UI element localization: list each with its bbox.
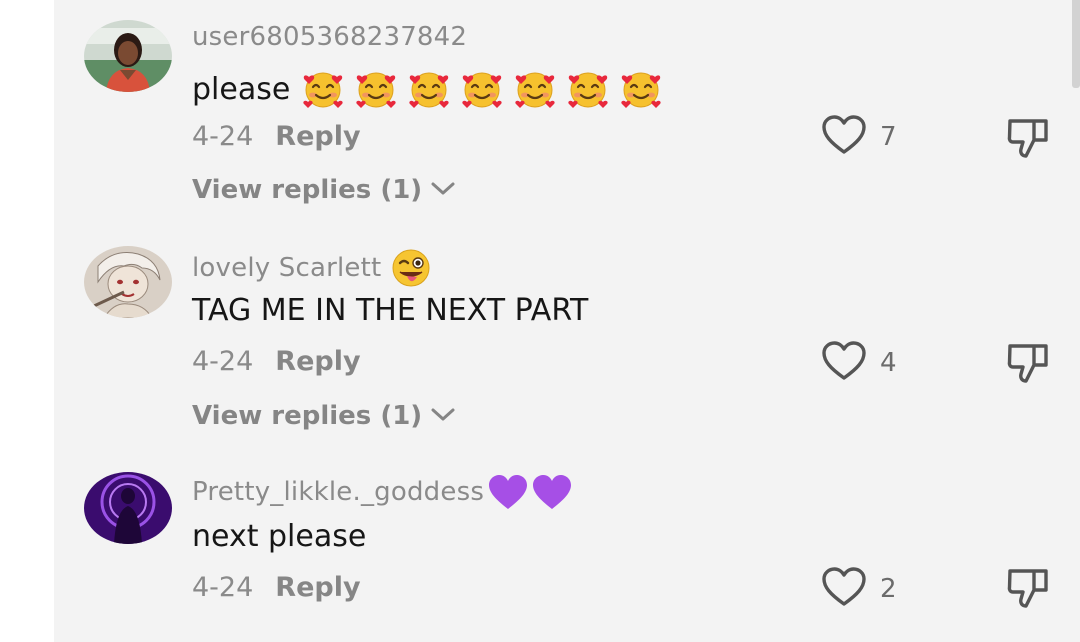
- avatar[interactable]: [84, 246, 172, 318]
- comment-text-label: please: [192, 71, 291, 107]
- purple-heart-icon: [486, 473, 530, 511]
- comment-username[interactable]: Pretty_likkle._goddess: [192, 473, 574, 511]
- view-replies-label: View replies (1): [192, 175, 423, 205]
- comment-username[interactable]: lovely Scarlett: [192, 248, 431, 288]
- smiling-face-with-hearts-icon: [461, 68, 503, 110]
- thumbs-down-icon: [1004, 569, 1052, 614]
- comment-username-label: Pretty_likkle._goddess: [192, 477, 485, 507]
- smiling-face-with-hearts-icon: [514, 68, 556, 110]
- scrollbar[interactable]: [1072, 0, 1080, 88]
- avatar[interactable]: [84, 20, 172, 92]
- comment-username-label: lovely Scarlett: [192, 253, 382, 283]
- like-count: 7: [880, 122, 897, 152]
- heart-icon: [820, 340, 868, 386]
- view-replies-button[interactable]: View replies (1): [192, 401, 456, 431]
- winking-face-with-tongue-icon: [391, 248, 431, 288]
- chevron-down-icon: [430, 401, 456, 431]
- comment-date: 4-24: [192, 572, 254, 603]
- avatar[interactable]: [84, 472, 172, 544]
- thumbs-down-icon: [1004, 119, 1052, 164]
- comment-username[interactable]: user6805368237842: [192, 22, 467, 52]
- chevron-down-icon: [430, 175, 456, 205]
- heart-icon: [820, 114, 868, 160]
- dislike-button[interactable]: [1004, 566, 1052, 614]
- comment-text: please: [192, 68, 673, 110]
- like-button[interactable]: 2: [820, 566, 897, 612]
- smiling-face-with-hearts-icon: [302, 68, 344, 110]
- reply-button[interactable]: Reply: [275, 121, 360, 152]
- comment-text: next please: [192, 519, 367, 554]
- heart-icon: [820, 566, 868, 612]
- comment-date: 4-24: [192, 121, 254, 152]
- comment-text: TAG ME IN THE NEXT PART: [192, 293, 589, 328]
- comment-meta: 4-24 Reply: [192, 572, 361, 603]
- comment-meta: 4-24 Reply: [192, 121, 361, 152]
- dislike-button[interactable]: [1004, 341, 1052, 389]
- comment-meta: 4-24 Reply: [192, 346, 361, 377]
- comments-panel[interactable]: user6805368237842 please 4-24 Reply View …: [54, 0, 1080, 642]
- like-button[interactable]: 4: [820, 340, 897, 386]
- reply-button[interactable]: Reply: [275, 346, 360, 377]
- like-count: 2: [880, 574, 897, 604]
- purple-heart-icon: [530, 473, 574, 511]
- smiling-face-with-hearts-icon: [355, 68, 397, 110]
- emoji-row: [302, 68, 673, 110]
- comment-date: 4-24: [192, 346, 254, 377]
- smiling-face-with-hearts-icon: [408, 68, 450, 110]
- reply-button[interactable]: Reply: [275, 572, 360, 603]
- smiling-face-with-hearts-icon: [620, 68, 662, 110]
- thumbs-down-icon: [1004, 344, 1052, 389]
- like-count: 4: [880, 348, 897, 378]
- like-button[interactable]: 7: [820, 114, 897, 160]
- smiling-face-with-hearts-icon: [567, 68, 609, 110]
- dislike-button[interactable]: [1004, 116, 1052, 164]
- left-gutter: [0, 0, 54, 642]
- view-replies-label: View replies (1): [192, 401, 423, 431]
- view-replies-button[interactable]: View replies (1): [192, 175, 456, 205]
